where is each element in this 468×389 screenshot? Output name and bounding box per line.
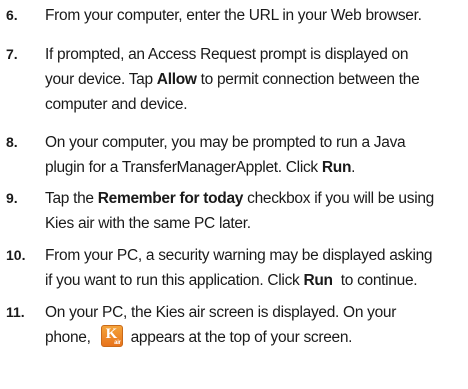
step-text: From your computer, enter the URL in you… (45, 3, 465, 28)
text-run: to continue. (332, 272, 418, 289)
step-line: plugin for a TransferManagerApplet. Clic… (45, 155, 465, 180)
step-line: phone, Kair appears at the top of your scr… (45, 325, 465, 350)
text-run: phone, (45, 329, 91, 346)
text-run: plugin for a TransferManagerApplet. Clic… (45, 159, 322, 176)
step-number: 11. (6, 304, 25, 320)
ui-term-remember-for-today: Remember for today (97, 190, 244, 207)
step-number: 7. (6, 46, 18, 62)
step-line: your device. Tap Allow to permit connect… (45, 67, 465, 92)
step-number: 6. (6, 7, 18, 23)
step-line: Tap the Remember for today checkbox if y… (45, 186, 465, 211)
step-number: 10. (6, 247, 26, 263)
step-number: 8. (6, 134, 18, 150)
step-text: From your PC, a security warning may be … (45, 243, 465, 293)
step-line: From your PC, a security warning may be … (45, 247, 433, 264)
text-run: . (351, 159, 356, 176)
step-number: 9. (6, 190, 18, 206)
step-line: On your computer, you may be prompted to… (45, 134, 406, 151)
step-line: From your computer, enter the URL in you… (45, 7, 422, 24)
step-line: if you want to run this application. Cli… (45, 268, 465, 293)
step-text: If prompted, an Access Request prompt is… (45, 42, 465, 117)
text-run: your device. Tap (45, 71, 157, 88)
ui-term-run: Run (321, 159, 352, 176)
ui-term-allow: Allow (156, 71, 197, 88)
text-run: appears at the top of your screen. (130, 329, 353, 346)
kies-icon-sub: air (114, 340, 121, 346)
text-run: to permit connection between the (196, 71, 420, 88)
step-line: On your PC, the Kies air screen is displ… (45, 304, 397, 321)
step-line: If prompted, an Access Request prompt is… (45, 46, 409, 63)
text-run: checkbox if you will be using (243, 190, 434, 207)
step-line: Kies air with the same PC later. (45, 215, 251, 232)
step-text: On your PC, the Kies air screen is displ… (45, 300, 465, 350)
step-text: On your computer, you may be prompted to… (45, 130, 465, 180)
text-run: Tap the (45, 190, 98, 207)
step-line: computer and device. (45, 96, 188, 113)
manual-page: 6. From your computer, enter the URL in … (0, 0, 468, 389)
text-run: if you want to run this application. Cli… (45, 272, 304, 289)
step-text: Tap the Remember for today checkbox if y… (45, 186, 465, 236)
ui-term-run: Run (303, 272, 333, 289)
kies-air-icon: Kair (100, 325, 123, 347)
